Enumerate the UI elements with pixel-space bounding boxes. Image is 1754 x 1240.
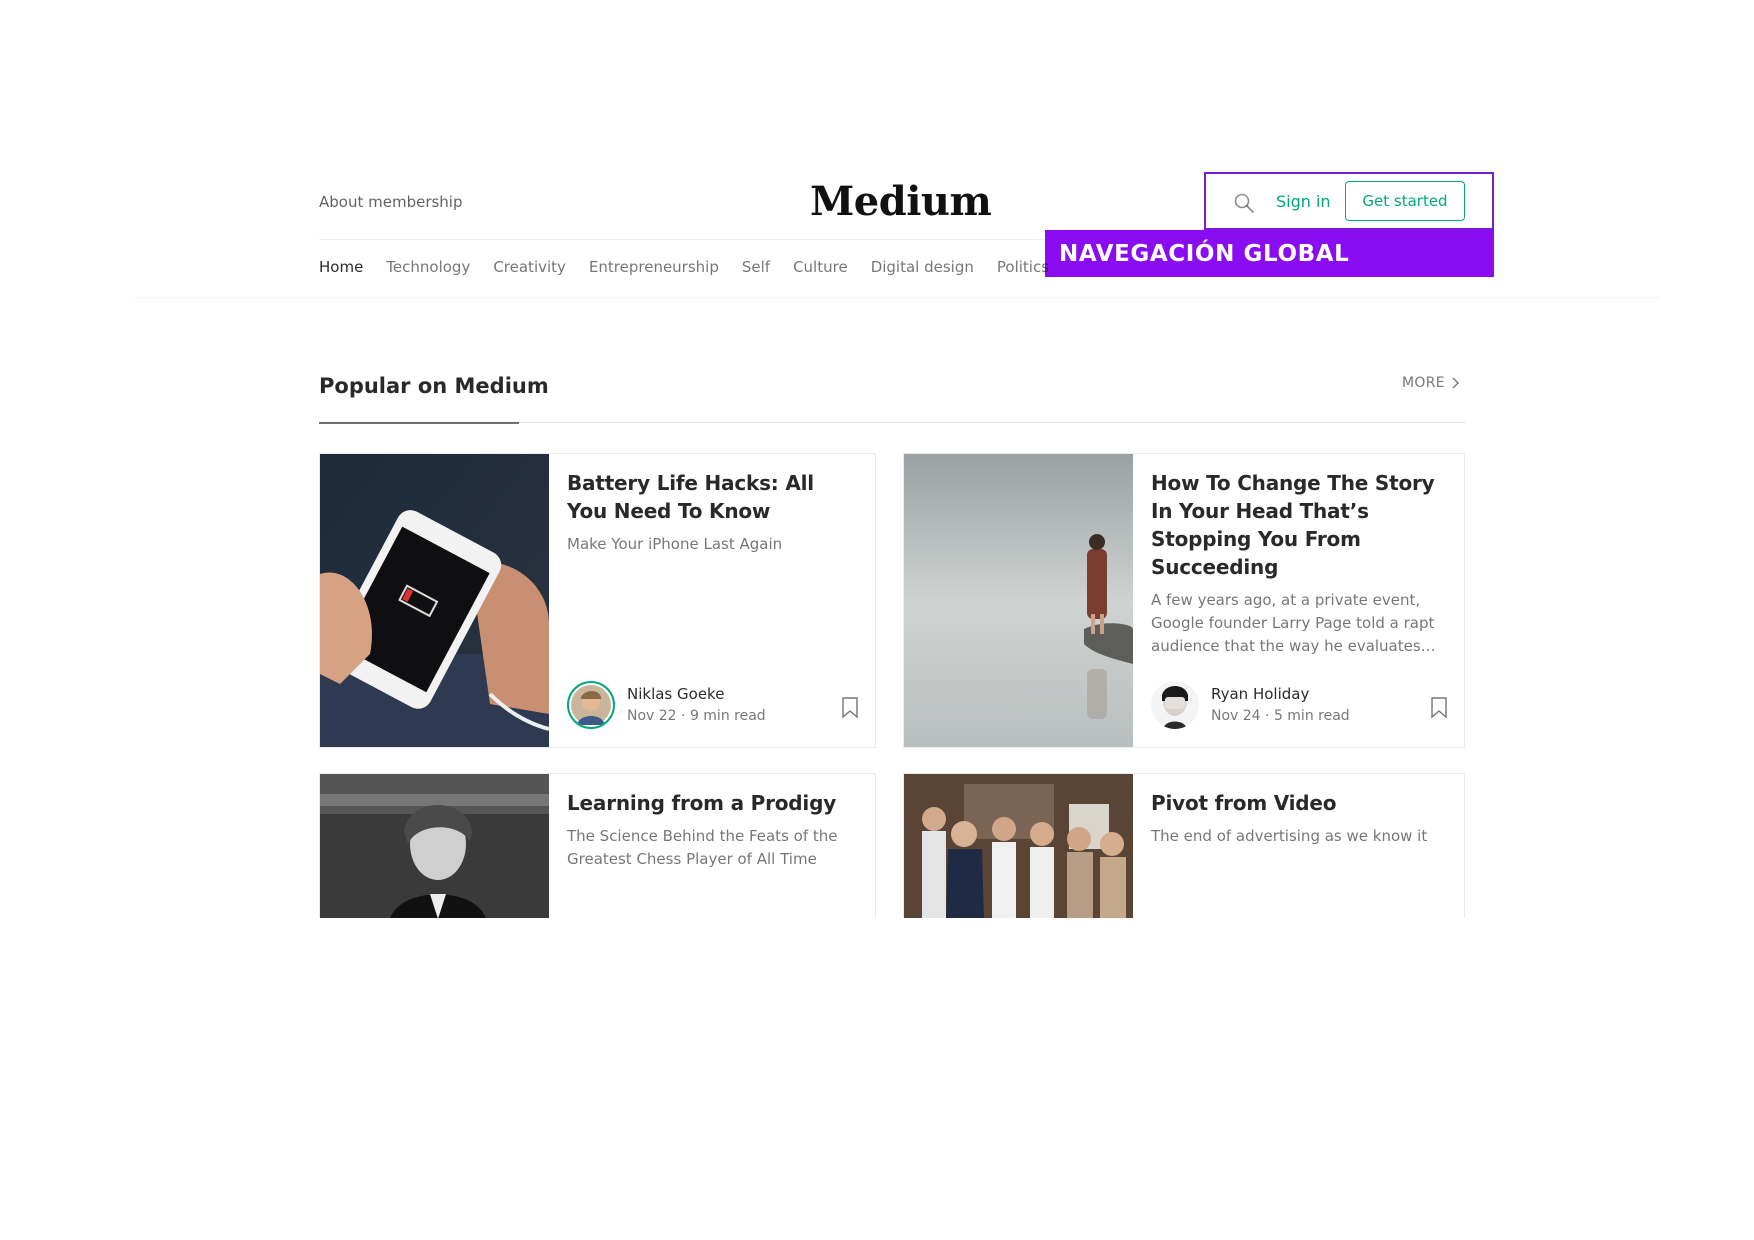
chevron-right-icon [1452,377,1459,389]
post-card[interactable]: How To Change The Story In Your Head Tha… [903,453,1465,748]
nav-item-culture[interactable]: Culture [793,256,848,278]
post-image[interactable] [320,774,549,918]
topic-nav: Home Technology Creativity Entrepreneurs… [319,256,1072,278]
post-card[interactable]: Pivot from Video The end of advertising … [903,773,1465,918]
header-divider [319,239,1045,240]
nav-item-politics[interactable]: Politics [997,256,1049,278]
more-label: MORE [1402,375,1445,391]
global-navigation-annotation: NAVEGACIÓN GLOBAL [1045,230,1494,277]
medium-logo[interactable]: Medium [810,178,992,226]
post-image[interactable] [320,454,549,747]
post-card[interactable]: Learning from a Prodigy The Science Behi… [319,773,876,918]
post-meta: Nov 24 · 5 min read [1211,708,1350,724]
post-subtitle: Make Your iPhone Last Again [567,535,783,553]
post-subtitle: A few years ago, at a private event, Goo… [1151,591,1436,655]
nav-item-self[interactable]: Self [742,256,770,278]
nav-item-digital-design[interactable]: Digital design [871,256,974,278]
author-name[interactable]: Ryan Holiday [1211,683,1350,705]
post-author: Niklas Goeke Nov 22 · 9 min read [567,681,766,729]
avatar[interactable] [567,681,615,729]
nav-item-home[interactable]: Home [319,256,363,278]
nav-item-creativity[interactable]: Creativity [493,256,566,278]
post-subtitle: The Science Behind the Feats of the Grea… [567,827,838,868]
author-name[interactable]: Niklas Goeke [627,683,766,705]
post-image[interactable] [904,774,1133,918]
post-image[interactable] [904,454,1133,747]
more-link[interactable]: MORE [1402,373,1459,393]
get-started-button[interactable]: Get started [1345,181,1465,221]
post-title[interactable]: How To Change The Story In Your Head Tha… [1151,469,1446,581]
avatar[interactable] [1151,681,1199,729]
bookmark-icon[interactable] [1430,697,1448,719]
nav-item-entrepreneurship[interactable]: Entrepreneurship [589,256,719,278]
section-divider-accent [319,422,519,424]
sign-in-link[interactable]: Sign in [1276,191,1331,213]
post-title[interactable]: Learning from a Prodigy [567,789,857,817]
post-subtitle: The end of advertising as we know it [1151,827,1428,845]
bookmark-icon[interactable] [841,697,859,719]
nav-divider [135,297,1660,298]
section-title: Popular on Medium [319,374,549,398]
post-card[interactable]: Battery Life Hacks: All You Need To Know… [319,453,876,748]
search-icon[interactable] [1233,192,1255,214]
post-title[interactable]: Battery Life Hacks: All You Need To Know [567,469,857,525]
about-membership-link[interactable]: About membership [319,192,463,212]
post-title[interactable]: Pivot from Video [1151,789,1446,817]
post-author: Ryan Holiday Nov 24 · 5 min read [1151,681,1350,729]
nav-item-technology[interactable]: Technology [386,256,470,278]
post-meta: Nov 22 · 9 min read [627,708,766,724]
